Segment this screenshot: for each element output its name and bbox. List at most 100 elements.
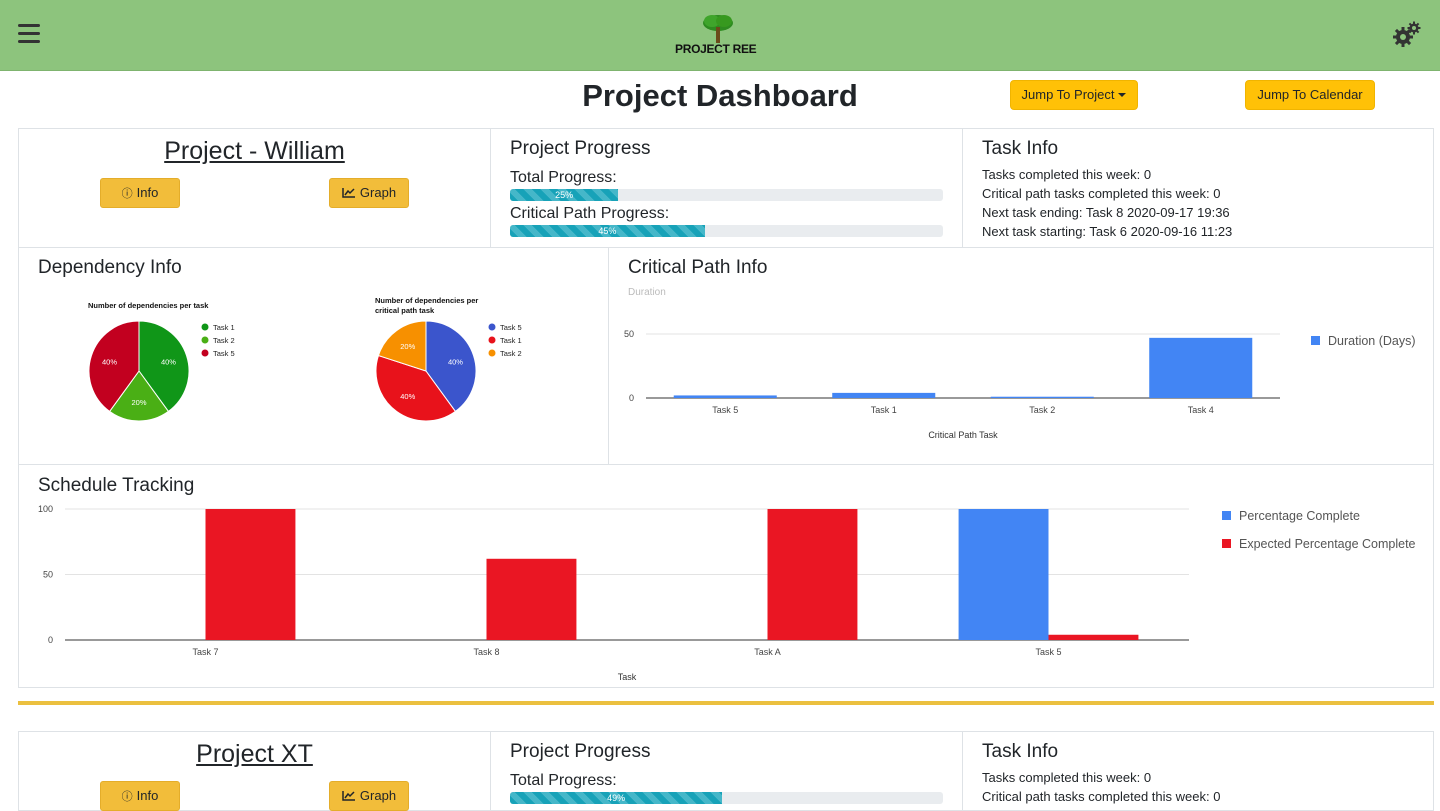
info-button[interactable]: ⓘ Info <box>100 781 180 811</box>
bar <box>958 509 1049 640</box>
critical-path-progress-bar: 45% <box>510 225 943 237</box>
tasks-completed-week-text: Tasks completed this week: 0 <box>982 770 1152 785</box>
x-tick-label: Task 4 <box>1188 405 1214 415</box>
legend-label: Task 5 <box>213 349 235 358</box>
pie-slice-label: 20% <box>131 398 146 407</box>
x-axis-title: Task <box>618 672 637 682</box>
legend-label: Task 2 <box>213 336 235 345</box>
critical-path-progress-label: Critical Path Progress: <box>510 205 670 222</box>
legend-label: Task 1 <box>213 323 235 332</box>
task-info-heading: Task Info <box>982 138 1059 159</box>
total-progress-fill: 49% <box>510 792 723 804</box>
critical-path-progress-fill: 45% <box>510 225 705 237</box>
bar <box>673 395 777 398</box>
critical-path-duration-chart: 0 50 Task 5 Task 1 Task 2 Task 4 Critical Path… <box>624 287 1416 440</box>
critical-path-info-card: Critical Path Info 0 50 Task 5 Task 1 Task 2… <box>608 247 1434 465</box>
schedule-tracking-chart: 0 50 100 Task 7 Task 8 Task A Task 5 Task Percen… <box>38 504 1416 682</box>
critical-tasks-completed-week-text: Critical path tasks completed this week:… <box>982 186 1221 201</box>
bar <box>205 509 296 640</box>
y-tick-label: 0 <box>629 393 634 403</box>
info-button[interactable]: ⓘ Info <box>100 178 180 208</box>
pie-slice-label: 40% <box>400 392 415 401</box>
x-tick-label: Task A <box>754 647 781 657</box>
task-info-card: Task Info Tasks completed this week: 0 C… <box>962 128 1434 248</box>
next-task-starting-text: Next task starting: Task 6 2020-09-16 11… <box>982 224 1233 239</box>
critical-path-info-heading: Critical Path Info <box>628 257 768 278</box>
pie-chart-title: Number of dependencies per task <box>88 301 209 310</box>
schedule-tracking-card: Schedule Tracking 0 50 100 Task 7 Task 8 Task… <box>18 464 1434 688</box>
graph-button[interactable]: Graph <box>329 781 409 811</box>
legend-label: Task 2 <box>500 349 522 358</box>
legend-marker <box>488 349 496 357</box>
bar <box>1149 337 1253 398</box>
graph-button[interactable]: Graph <box>329 178 409 208</box>
bar <box>1048 634 1139 640</box>
line-chart-icon <box>342 791 355 801</box>
jump-to-project-dropdown[interactable]: Jump To Project <box>1010 80 1138 110</box>
legend-marker <box>488 336 496 344</box>
task-info-card: Task Info Tasks completed this week: 0 C… <box>962 731 1434 811</box>
y-tick-label: 50 <box>43 570 53 580</box>
legend-marker <box>1311 336 1320 345</box>
legend-label: Percentage Complete <box>1239 509 1360 523</box>
project-progress-card: Project Progress Total Progress: 25% Cri… <box>490 128 963 248</box>
x-tick-label: Task 7 <box>192 647 218 657</box>
project-progress-card: Project Progress Total Progress: 49% <box>490 731 963 811</box>
legend-label: Task 5 <box>500 323 522 332</box>
x-axis-title: Critical Path Task <box>928 430 998 440</box>
legend-label: Task 1 <box>500 336 522 345</box>
project-title-link[interactable]: Project - William <box>19 137 490 166</box>
critical-tasks-completed-week-text: Critical path tasks completed this week:… <box>982 789 1221 804</box>
pie-slice-label: 40% <box>161 357 176 366</box>
legend-label: Duration (Days) <box>1328 334 1416 348</box>
x-tick-label: Task 2 <box>1029 405 1055 415</box>
graph-button-label: Graph <box>359 788 397 803</box>
menu-icon[interactable] <box>18 24 40 44</box>
x-tick-label: Task 5 <box>1035 647 1061 657</box>
legend-marker <box>1222 539 1231 548</box>
y-tick-label: 100 <box>38 504 53 514</box>
graph-button-label: Graph <box>359 185 397 200</box>
pie-chart-title: critical path task <box>375 306 435 315</box>
info-button-label: Info <box>136 788 159 803</box>
bar <box>767 509 858 640</box>
total-progress-label: Total Progress: <box>510 169 617 186</box>
project-title-card: Project - William ⓘ Info Graph <box>18 128 491 248</box>
project-progress-heading: Project Progress <box>510 741 651 762</box>
info-button-label: Info <box>136 185 159 200</box>
settings-gears-icon[interactable] <box>1392 20 1422 50</box>
legend-marker <box>201 323 209 331</box>
legend-label: Expected Percentage Complete <box>1239 537 1416 551</box>
x-tick-label: Task 1 <box>871 405 897 415</box>
tasks-completed-week-text: Tasks completed this week: 0 <box>982 167 1152 182</box>
line-chart-icon <box>342 188 355 198</box>
schedule-tracking-heading: Schedule Tracking <box>38 475 195 496</box>
page-title: Project Dashboard <box>582 78 858 113</box>
task-info-heading: Task Info <box>982 741 1059 762</box>
total-progress-bar: 49% <box>510 792 943 804</box>
bar <box>832 392 936 398</box>
project-tree-logo[interactable]: PROJECT REE <box>672 14 762 60</box>
y-tick-label: 0 <box>48 635 53 645</box>
legend-marker <box>201 349 209 357</box>
project-title-card: Project XT ⓘ Info Graph <box>18 731 491 811</box>
jump-to-project-label: Jump To Project <box>1021 87 1115 102</box>
caret-down-icon <box>1118 93 1127 97</box>
dependency-info-card: Dependency Info Number of dependencies p… <box>18 247 609 465</box>
info-circle-icon: ⓘ <box>121 188 133 200</box>
x-tick-label: Task 8 <box>473 647 499 657</box>
dependency-info-heading: Dependency Info <box>38 257 182 278</box>
jump-to-calendar-button[interactable]: Jump To Calendar <box>1245 80 1375 110</box>
pie-chart-title: Number of dependencies per <box>375 296 478 305</box>
y-tick-label: 50 <box>624 329 634 339</box>
pie-slice-label: 20% <box>400 342 415 351</box>
info-circle-icon: ⓘ <box>121 791 133 803</box>
total-progress-bar: 25% <box>510 189 943 201</box>
total-progress-label: Total Progress: <box>510 772 617 789</box>
pie-slice-label: 40% <box>102 357 117 366</box>
tree-icon <box>703 15 733 43</box>
pie-slice-label: 40% <box>448 357 463 366</box>
bar <box>486 558 577 640</box>
project-title-link[interactable]: Project XT <box>19 740 490 769</box>
next-task-ending-text: Next task ending: Task 8 2020-09-17 19:3… <box>982 205 1230 220</box>
